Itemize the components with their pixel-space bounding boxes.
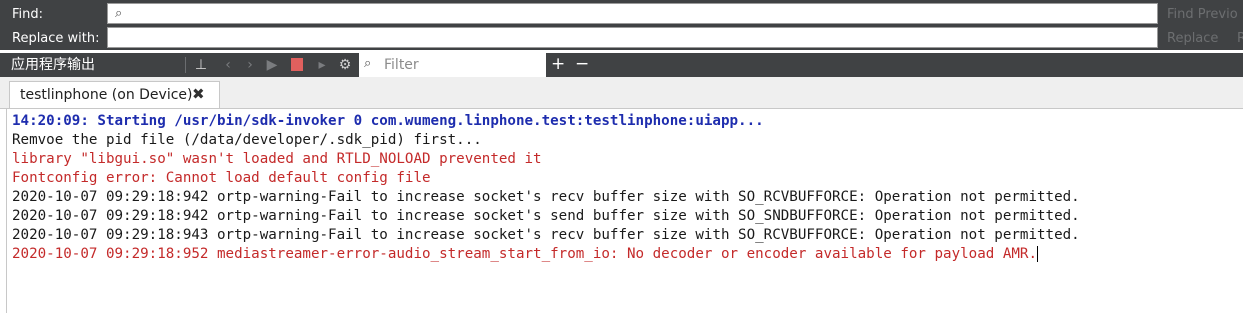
replace-label: Replace with:	[12, 31, 100, 46]
output-console[interactable]: 14:20:09: Starting /usr/bin/sdk-invoker …	[6, 109, 1243, 313]
output-line: library "libgui.so" wasn't loaded and RT…	[12, 151, 542, 167]
run-icon[interactable]: ▶	[263, 55, 281, 75]
toolbar-separator	[185, 57, 186, 73]
tab-label: testlinphone (on Device)	[20, 87, 193, 103]
replace-input[interactable]	[107, 27, 1158, 48]
find-label: Find:	[12, 7, 44, 22]
attach-to-process-icon[interactable]: ⊥	[192, 55, 210, 75]
pane-title: 应用程序输出	[11, 57, 95, 73]
close-tab-icon[interactable]: ✖	[192, 85, 205, 103]
previous-icon[interactable]: ‹	[219, 55, 237, 75]
output-line: Remvoe the pid file (/data/developer/.sd…	[12, 132, 482, 148]
output-line: Fontconfig error: Cannot load default co…	[12, 170, 431, 186]
tab-testlinphone[interactable]: testlinphone (on Device) ✖	[9, 81, 220, 108]
find-replace-panel: Find: ⌕ Find Previo Replace with: Replac…	[0, 0, 1243, 50]
next-icon[interactable]: ›	[241, 55, 259, 75]
output-line: 2020-10-07 09:29:18:943 ortp-warning-Fai…	[12, 227, 1080, 243]
replace-row: Replace with: Replace R	[0, 27, 1243, 51]
output-line: 2020-10-07 09:29:18:942 ortp-warning-Fai…	[12, 189, 1080, 205]
output-line: 2020-10-07 09:29:18:942 ortp-warning-Fai…	[12, 208, 1080, 224]
find-previous-button[interactable]: Find Previo	[1167, 6, 1238, 24]
find-input[interactable]: ⌕	[107, 3, 1158, 24]
search-icon: ⌕	[115, 6, 123, 21]
text-caret	[1037, 246, 1038, 262]
filter-placeholder: Filter	[384, 57, 419, 73]
filter-input[interactable]: ⌕ Filter	[359, 53, 546, 77]
output-pane-toolbar: 应用程序输出 ⊥ ‹ › ▶ ▸ ⚙ ⌕ Filter + −	[0, 53, 1243, 77]
output-tab-bar: testlinphone (on Device) ✖	[0, 77, 1243, 109]
add-icon[interactable]: +	[551, 54, 565, 74]
replace-all-button[interactable]: R	[1237, 30, 1243, 48]
replace-button[interactable]: Replace	[1167, 30, 1218, 48]
settings-icon[interactable]: ⚙	[336, 55, 354, 75]
stop-icon[interactable]	[291, 58, 303, 71]
filter-search-icon: ⌕	[364, 56, 372, 71]
output-line-text: 2020-10-07 09:29:18:952 mediastreamer-er…	[12, 246, 1037, 262]
remove-icon[interactable]: −	[575, 54, 589, 74]
step-icon[interactable]: ▸	[313, 55, 331, 75]
output-line: 14:20:09: Starting /usr/bin/sdk-invoker …	[12, 113, 764, 129]
output-line: 2020-10-07 09:29:18:952 mediastreamer-er…	[12, 245, 1038, 264]
find-row: Find: ⌕ Find Previo	[0, 3, 1243, 27]
